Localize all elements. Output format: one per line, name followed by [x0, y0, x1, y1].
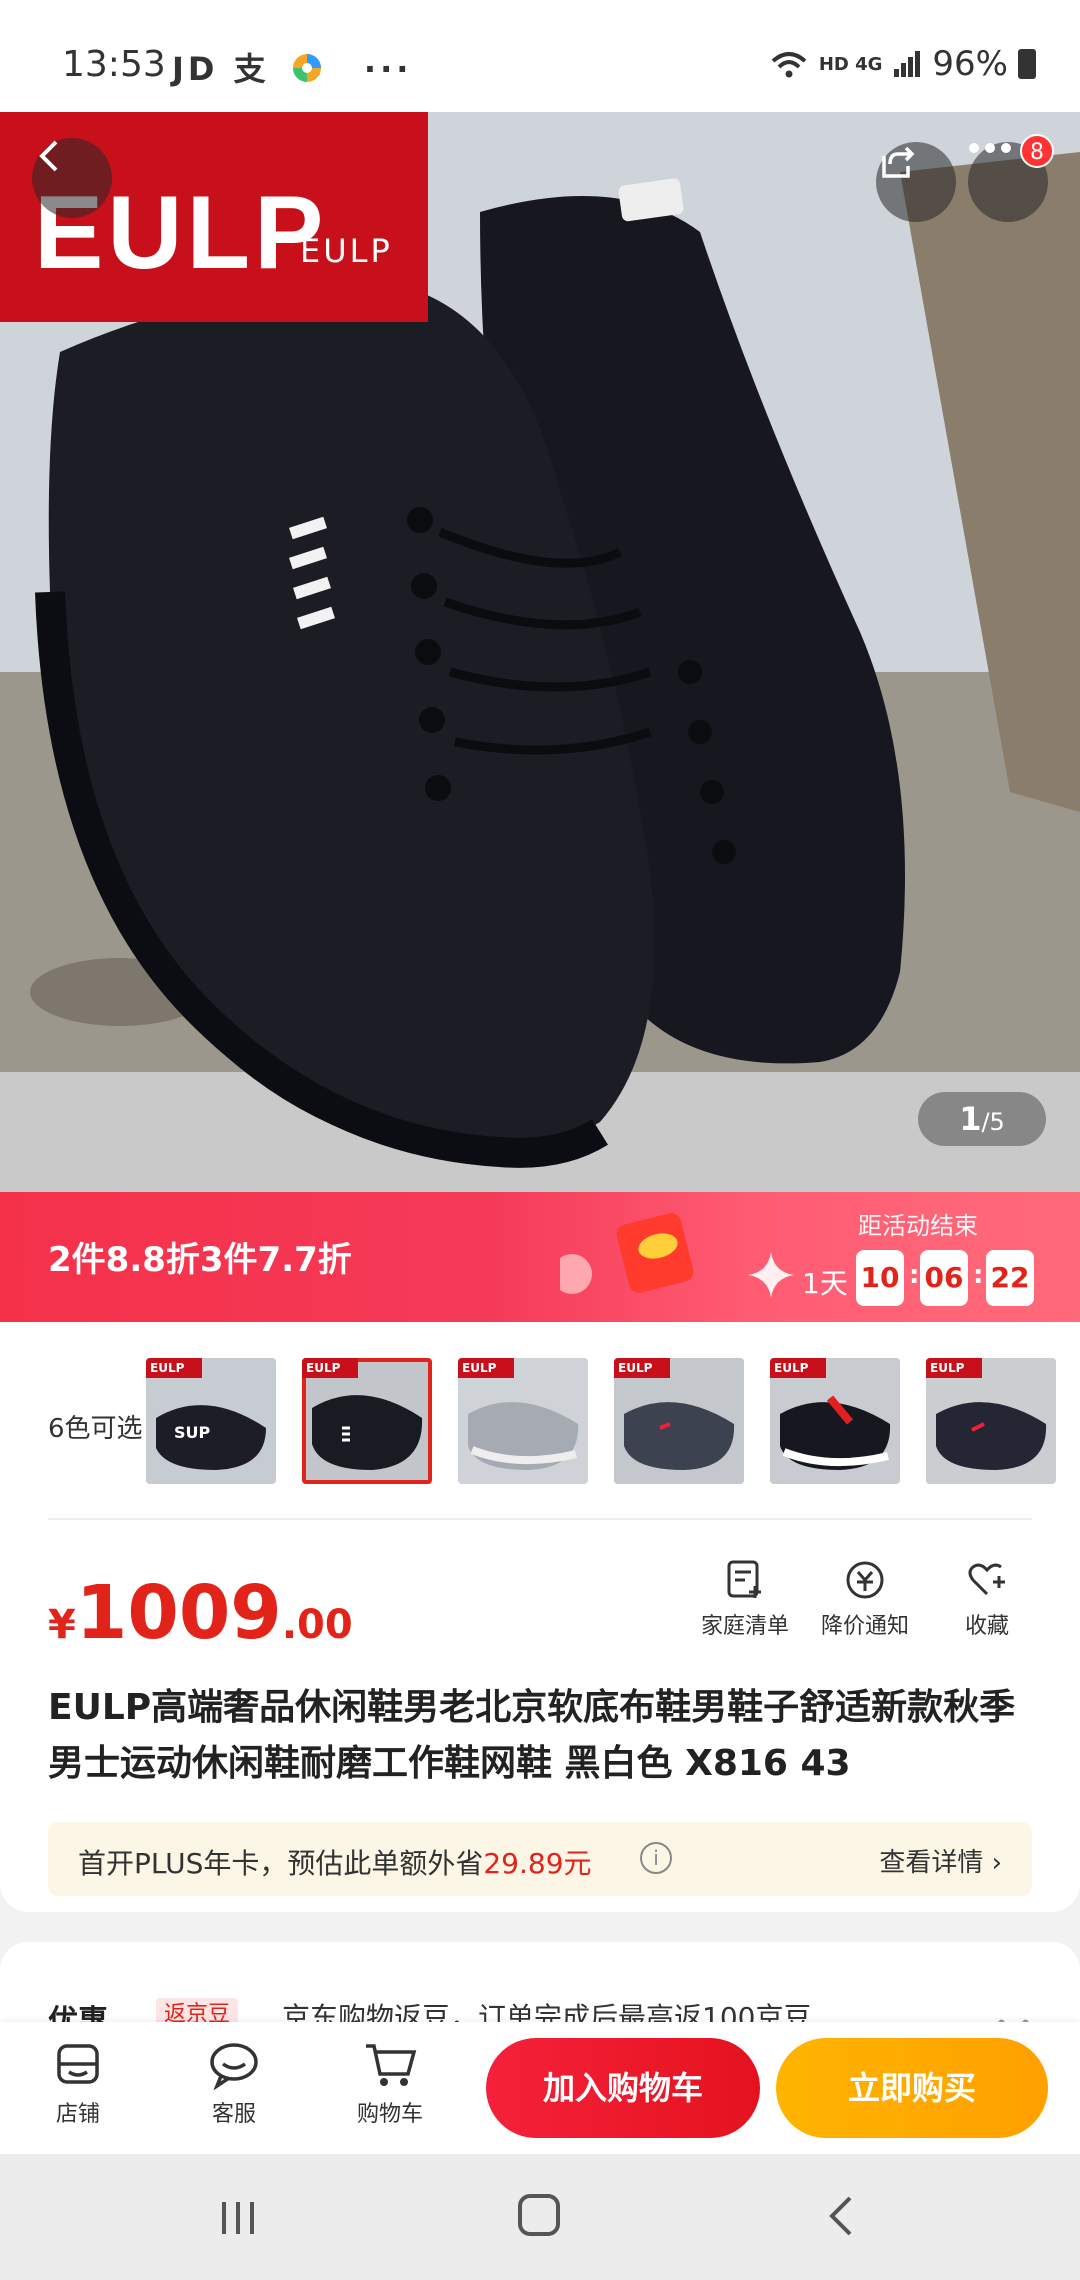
thumb-brand-logo: EULP: [614, 1358, 670, 1378]
color-thumb[interactable]: EULP: [926, 1358, 1056, 1484]
buy-now-button[interactable]: 立即购买: [776, 2038, 1048, 2138]
share-icon: [882, 146, 915, 178]
status-overflow: ···: [363, 50, 413, 88]
add-to-cart-button[interactable]: 加入购物车: [486, 2038, 760, 2138]
wifi-icon: [771, 52, 807, 78]
chevron-left-icon: [39, 140, 58, 172]
store-button[interactable]: 店铺: [28, 2040, 128, 2128]
brand-logo-subtext: EULP: [300, 232, 393, 270]
color-thumbnails: SUP EULP EULP EULP EULP EULP EULP: [146, 1358, 1056, 1484]
countdown-minutes: 06: [920, 1250, 968, 1306]
share-button[interactable]: [876, 142, 956, 222]
thumb-brand-logo: EULP: [302, 1358, 358, 1378]
cart-label: 购物车: [356, 2102, 423, 2127]
countdown-days: 1天: [802, 1267, 848, 1300]
info-icon[interactable]: i: [640, 1842, 672, 1874]
plus-membership-bar[interactable]: 首开PLUS年卡，预估此单额外省29.89元 i 查看详情 ›: [48, 1822, 1032, 1896]
price-alert-icon: [846, 1561, 884, 1599]
plus-amount: 29.89元: [483, 1847, 592, 1880]
store-label: 店铺: [55, 2102, 100, 2127]
red-envelope-icon: [560, 1213, 694, 1294]
color-thumb[interactable]: EULP: [614, 1358, 744, 1484]
thumb-brand-logo: EULP: [458, 1358, 514, 1378]
home-icon[interactable]: [518, 2194, 560, 2236]
product-title: EULP高端奢品休闲鞋男老北京软底布鞋男鞋子舒适新款秋季男士运动休闲鞋耐磨工作鞋…: [48, 1687, 1016, 1784]
more-badge: 8: [1020, 134, 1054, 168]
plus-text: 首开PLUS年卡，预估此单额外省29.89元: [78, 1842, 592, 1882]
status-app-icons: JD 支 ···: [172, 44, 412, 90]
more-dots-icon: [969, 143, 1011, 153]
color-thumb[interactable]: SUP EULP: [146, 1358, 276, 1484]
family-list-label: 家庭清单: [700, 1614, 789, 1639]
promo-banner[interactable]: 2件8.8折3件7.7折 距活动结束 1天 10 : 06 : 22: [0, 1192, 1080, 1322]
back-button[interactable]: [32, 138, 112, 218]
signal-icon: [894, 51, 921, 77]
image-counter-current: 1: [959, 1100, 982, 1138]
image-counter: 1/5: [918, 1092, 1046, 1146]
divider: [48, 1518, 1032, 1520]
color-thumb[interactable]: EULP: [458, 1358, 588, 1484]
plus-text-main: 首开PLUS年卡，预估此单额外省: [78, 1847, 484, 1880]
countdown-separator: :: [909, 1260, 920, 1290]
product-info-card: 6色可选 SUP EULP EULP EULP EULP EULP EULP ¥…: [0, 1322, 1080, 1912]
price-decimal: .00: [281, 1602, 353, 1648]
favorite-label: 收藏: [964, 1614, 1009, 1639]
back-nav-icon[interactable]: [826, 2194, 856, 2238]
status-app-icons-text: JD 支: [172, 50, 270, 88]
countdown-seconds: 22: [986, 1250, 1034, 1306]
cart-button[interactable]: 购物车: [340, 2040, 440, 2128]
chat-icon: [210, 2043, 258, 2090]
customer-service-button[interactable]: 客服: [184, 2040, 284, 2128]
price-currency: ¥: [48, 1602, 76, 1648]
list-add-icon: [727, 1560, 761, 1598]
store-icon: [57, 2044, 99, 2084]
promo-discount-text: 2件8.8折3件7.7折: [48, 1240, 352, 1280]
thumb-brand-logo: EULP: [770, 1358, 826, 1378]
countdown-hours: 10: [856, 1250, 904, 1306]
pinwheel-icon: [292, 54, 321, 82]
product-page: 13:53 JD 支 ··· HD 4G 96% EULP EULP 8 1/5…: [0, 0, 1080, 2280]
battery-percent: 96%: [932, 44, 1008, 84]
plus-details-link[interactable]: 查看详情 ›: [879, 1842, 1002, 1879]
promo-end-label: 距活动结束: [858, 1212, 978, 1240]
price-alert-label: 降价通知: [820, 1614, 909, 1639]
customer-service-label: 客服: [211, 2102, 256, 2127]
recent-apps-icon[interactable]: [218, 2198, 258, 2238]
thumb-brand-logo: EULP: [926, 1358, 982, 1378]
heart-add-icon: [968, 1563, 1005, 1596]
family-list-button[interactable]: 家庭清单: [690, 1558, 800, 1640]
network-type: HD 4G: [818, 53, 883, 75]
cart-icon: [366, 2044, 417, 2086]
status-right: HD 4G 96%: [769, 44, 1036, 84]
color-thumb-selected[interactable]: EULP: [302, 1358, 432, 1484]
system-nav-bar: [0, 2154, 1080, 2280]
battery-icon: [1018, 49, 1036, 79]
svg-text:SUP: SUP: [174, 1423, 211, 1442]
price: ¥1009.00: [48, 1570, 353, 1656]
status-bar: 13:53 JD 支 ··· HD 4G 96%: [0, 0, 1080, 112]
color-thumb[interactable]: EULP: [770, 1358, 900, 1484]
image-counter-total: /5: [981, 1108, 1005, 1136]
status-time: 13:53: [62, 44, 166, 85]
bottom-action-bar: 店铺 客服 购物车 加入购物车 立即购买: [0, 2022, 1080, 2154]
favorite-button[interactable]: 收藏: [932, 1558, 1042, 1640]
more-button[interactable]: 8: [968, 134, 1054, 222]
sparkle-icon: [748, 1252, 794, 1298]
price-integer: 1009: [75, 1570, 282, 1656]
product-image-carousel[interactable]: EULP EULP 8 1/5: [0, 112, 1080, 1192]
thumb-brand-logo: EULP: [146, 1358, 202, 1378]
price-alert-button[interactable]: 降价通知: [810, 1558, 920, 1640]
countdown-separator: :: [973, 1260, 984, 1290]
color-options-label: 6色可选: [48, 1414, 143, 1444]
